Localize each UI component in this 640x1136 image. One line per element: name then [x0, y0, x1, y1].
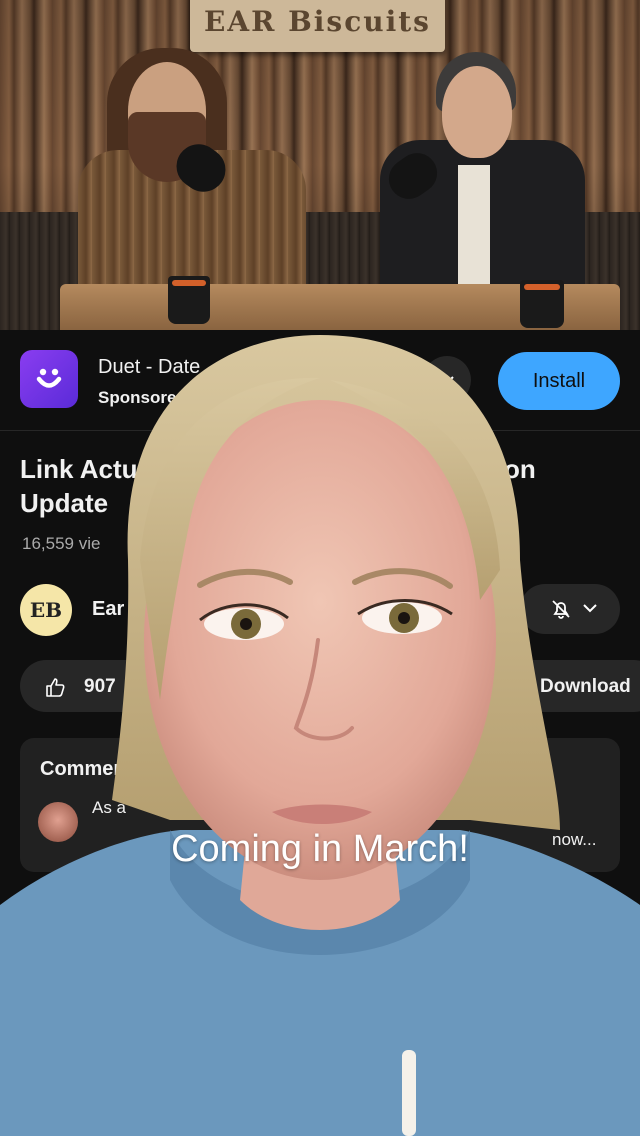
video-player[interactable]: EAR Biscuits — [0, 0, 640, 330]
like-count: 907 — [84, 676, 116, 697]
comment-preview: As a — [92, 798, 127, 817]
install-button[interactable]: Install — [498, 352, 620, 410]
ad-title: Duet - Date — [98, 356, 201, 378]
video-title[interactable]: Link Actu on Update — [20, 452, 620, 520]
show-sign: EAR Biscuits — [190, 0, 445, 52]
channel-avatar[interactable]: EB — [20, 584, 72, 636]
sponsored-label: Sponsore — [98, 388, 177, 407]
duet-app-icon — [20, 350, 78, 408]
channel-name[interactable]: Ear — [92, 598, 124, 621]
comments-title: Comments — [40, 758, 144, 780]
thumbs-up-icon — [46, 678, 65, 697]
video-title-line2: Update — [20, 488, 109, 518]
video-title-line1: Link Actu — [20, 454, 138, 484]
view-count: 16,559 vie — [22, 534, 101, 553]
mug-right — [520, 280, 564, 328]
video-caption: Coming in March! — [171, 828, 469, 870]
mug-left — [168, 276, 210, 324]
chevron-down-icon — [583, 604, 597, 613]
bell-off-icon — [552, 600, 570, 619]
download-label: Download — [540, 676, 631, 697]
video-title-line1-end: on — [504, 454, 536, 484]
ad-menu-icon[interactable] — [422, 352, 472, 413]
subscribed-button[interactable] — [520, 584, 620, 634]
